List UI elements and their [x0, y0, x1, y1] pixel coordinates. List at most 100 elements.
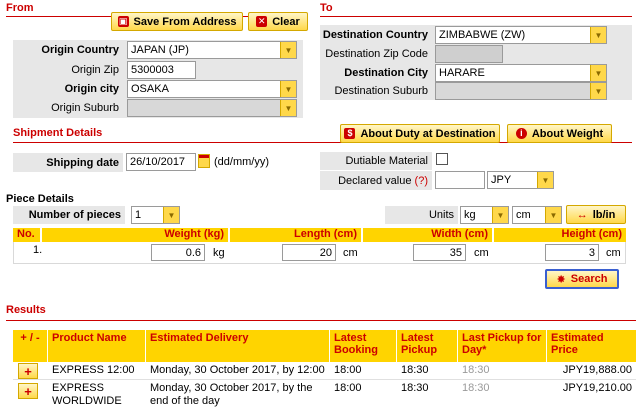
result-product: EXPRESS 12:00	[52, 364, 135, 376]
number-of-pieces-value: 1	[135, 209, 142, 221]
weight-unit-suffix: kg	[213, 247, 225, 259]
info-icon: i	[515, 128, 527, 139]
destination-country-select[interactable]: ZIMBABWE (ZW) ▼	[435, 26, 607, 44]
calendar-icon[interactable]	[198, 154, 210, 168]
results-col-last-pickup-day: Last Pickup for Day*	[458, 330, 547, 362]
length-unit-value: cm	[516, 209, 531, 221]
piece-col-no: No.	[13, 228, 40, 242]
chevron-down-icon: ▼	[280, 100, 296, 116]
origin-suburb-select[interactable]: ▼	[127, 99, 297, 117]
shipping-date-label: Shipping date	[13, 153, 123, 172]
destination-zip-input[interactable]	[435, 45, 503, 63]
results-col-price: Estimated Price	[547, 330, 636, 362]
origin-country-select[interactable]: JAPAN (JP) ▼	[127, 41, 297, 59]
chevron-down-icon: ▼	[590, 83, 606, 99]
to-divider	[320, 16, 632, 17]
result-last-pickup-day: 18:30	[462, 382, 490, 394]
origin-city-value: OSAKA	[131, 83, 169, 95]
search-icon: ✸	[556, 273, 566, 286]
destination-zip-label: Destination Zip Code	[320, 45, 432, 63]
results-col-delivery: Estimated Delivery	[146, 330, 330, 362]
search-label: Search	[570, 273, 608, 285]
declared-value-input[interactable]	[435, 171, 485, 189]
length-unit-select[interactable]: cm ▼	[512, 206, 562, 224]
save-icon: ▣	[117, 16, 129, 27]
expand-row-button[interactable]: +	[18, 383, 38, 399]
shipping-date-input[interactable]: 26/10/2017	[126, 153, 196, 171]
chevron-down-icon: ▼	[545, 207, 561, 223]
units-label: Units	[385, 206, 458, 224]
dutiable-material-checkbox[interactable]	[436, 153, 448, 165]
result-latest-booking: 18:00	[334, 364, 362, 376]
length-unit-suffix: cm	[343, 247, 358, 259]
destination-suburb-label: Destination Suburb	[320, 82, 432, 100]
result-latest-booking: 18:00	[334, 382, 362, 394]
save-from-address-button[interactable]: ▣ Save From Address	[111, 12, 243, 31]
piece-col-height: Height (cm)	[494, 228, 626, 242]
expand-row-button[interactable]: +	[18, 363, 38, 379]
chevron-down-icon: ▼	[537, 172, 553, 188]
destination-country-value: ZIMBABWE (ZW)	[439, 29, 526, 41]
result-latest-pickup: 18:30	[401, 364, 429, 376]
results-col-toggle: + / -	[13, 330, 48, 362]
chevron-down-icon: ▼	[590, 27, 606, 43]
piece-col-length: Length (cm)	[230, 228, 361, 242]
chevron-down-icon: ▼	[163, 207, 179, 223]
result-delivery: Monday, 30 October 2017, by 12:00	[150, 364, 325, 376]
results-col-product: Product Name	[48, 330, 146, 362]
swap-arrows-icon: ↔	[576, 208, 588, 221]
piece-col-weight: Weight (kg)	[42, 228, 228, 242]
clear-button[interactable]: ✕ Clear	[248, 12, 308, 31]
length-input[interactable]: 20	[282, 244, 336, 261]
chevron-down-icon: ▼	[590, 65, 606, 81]
chevron-down-icon: ▼	[280, 81, 296, 97]
origin-country-label: Origin Country	[13, 41, 123, 59]
clear-label: Clear	[272, 15, 300, 28]
destination-city-value: HARARE	[439, 67, 485, 79]
height-input[interactable]: 3	[545, 244, 599, 261]
result-latest-pickup: 18:30	[401, 382, 429, 394]
about-weight-label: About Weight	[531, 127, 604, 140]
declared-value-help-link[interactable]: (?)	[415, 175, 428, 187]
piece-col-width: Width (cm)	[363, 228, 492, 242]
result-product: EXPRESS WORLDWIDE	[52, 382, 122, 407]
weight-input[interactable]: 0.6	[151, 244, 205, 261]
origin-city-label: Origin city	[13, 80, 123, 98]
about-weight-button[interactable]: i About Weight	[507, 124, 612, 143]
from-section-title: From	[6, 2, 34, 14]
about-duty-button[interactable]: $ About Duty at Destination	[340, 124, 500, 143]
about-duty-label: About Duty at Destination	[360, 127, 496, 140]
piece-details-title: Piece Details	[6, 193, 74, 205]
results-section-title: Results	[6, 304, 46, 316]
date-format-hint: (dd/mm/yy)	[214, 156, 269, 168]
piece-row-number: 1.	[33, 244, 43, 256]
number-of-pieces-select[interactable]: 1 ▼	[131, 206, 180, 224]
search-button[interactable]: ✸ Search	[545, 269, 619, 289]
destination-suburb-select[interactable]: ▼	[435, 82, 607, 100]
origin-city-select[interactable]: OSAKA ▼	[127, 80, 297, 98]
duty-icon: $	[344, 128, 356, 139]
results-col-latest-booking: Latest Booking	[330, 330, 397, 362]
to-section-title: To	[320, 2, 333, 14]
origin-country-value: JAPAN (JP)	[131, 44, 189, 56]
convert-units-button[interactable]: ↔ lb/in	[566, 205, 626, 224]
dutiable-material-label: Dutiable Material	[320, 152, 432, 170]
destination-country-label: Destination Country	[320, 26, 432, 44]
chevron-down-icon: ▼	[280, 42, 296, 58]
width-input[interactable]: 35	[413, 244, 466, 261]
close-icon: ✕	[256, 16, 268, 27]
weight-unit-select[interactable]: kg ▼	[460, 206, 509, 224]
result-price: JPY19,888.00	[562, 364, 632, 376]
result-last-pickup-day: 18:30	[462, 364, 490, 376]
currency-select[interactable]: JPY ▼	[487, 171, 554, 189]
currency-value: JPY	[491, 174, 512, 186]
weight-unit-value: kg	[464, 209, 476, 221]
destination-city-select[interactable]: HARARE ▼	[435, 64, 607, 82]
origin-suburb-label: Origin Suburb	[13, 99, 123, 117]
origin-zip-input[interactable]: 5300003	[127, 61, 196, 79]
convert-units-label: lb/in	[592, 208, 616, 221]
destination-city-label: Destination City	[320, 64, 432, 82]
width-unit-suffix: cm	[474, 247, 489, 259]
declared-value-label-cell: Declared value (?)	[320, 171, 432, 190]
origin-zip-label: Origin Zip	[13, 61, 123, 79]
